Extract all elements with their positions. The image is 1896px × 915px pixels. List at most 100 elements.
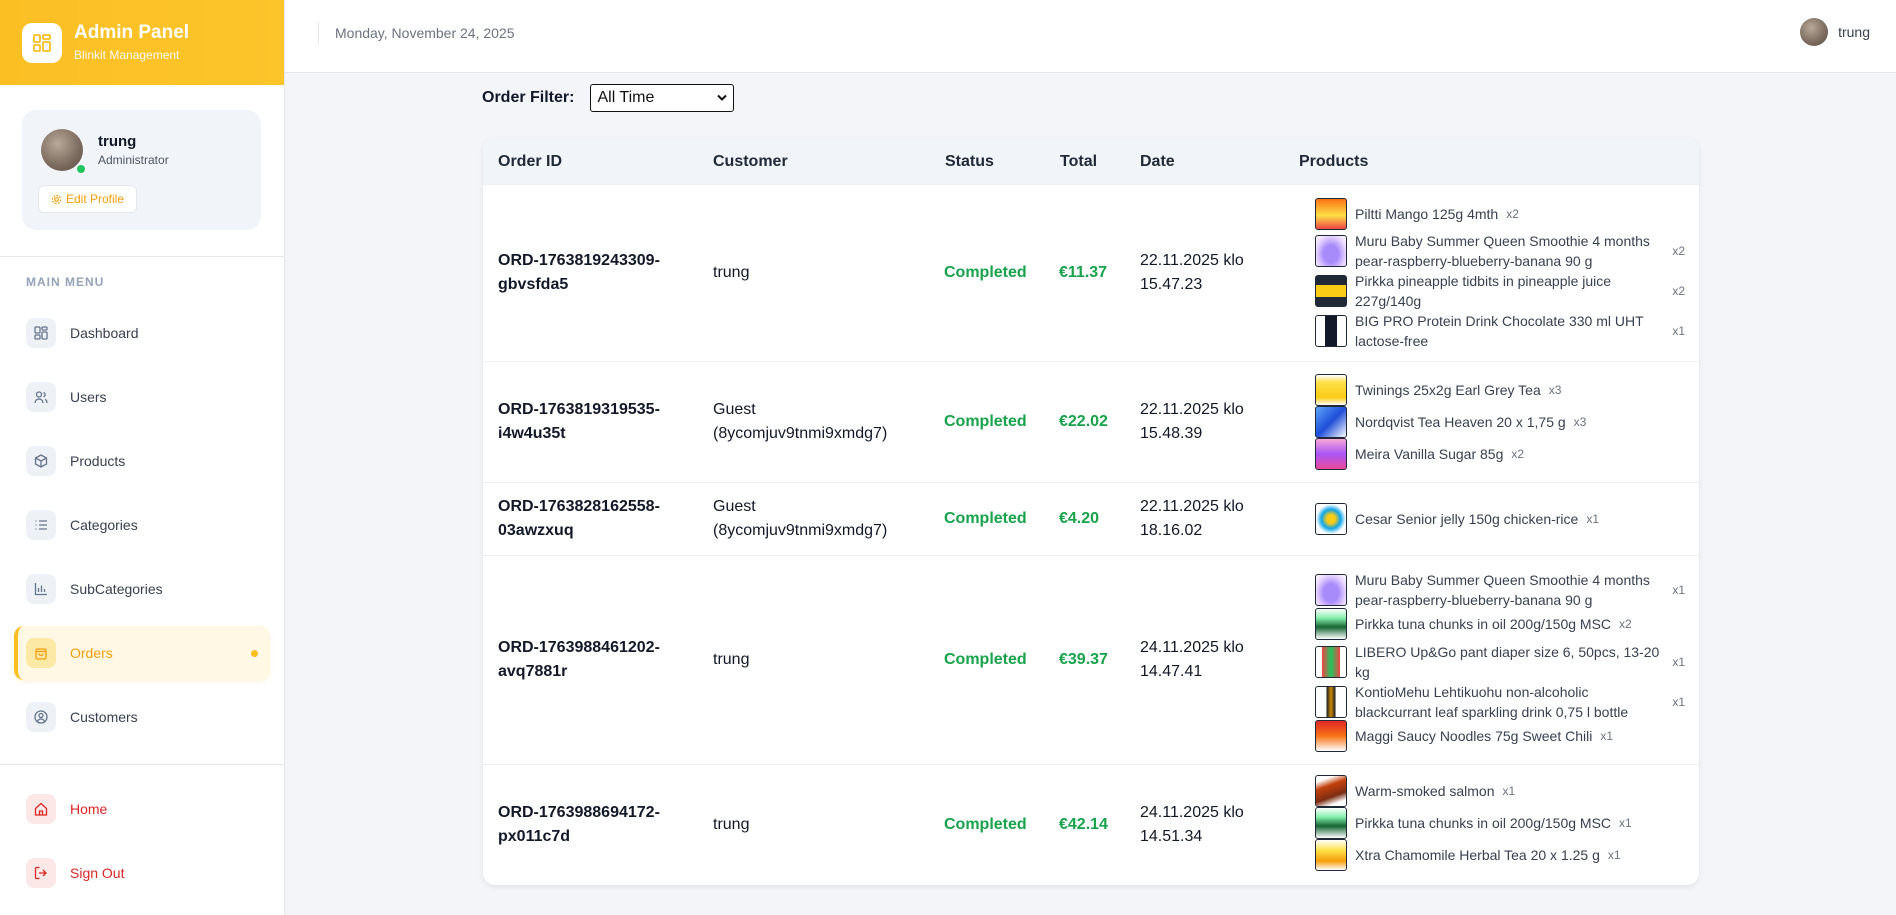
dashboard-grid-icon bbox=[22, 22, 62, 63]
product-qty: x2 bbox=[1672, 244, 1685, 258]
product-qty: x2 bbox=[1672, 284, 1685, 298]
product-item: Xtra Chamomile Herbal Tea 20 x 1.25 g x1 bbox=[1315, 839, 1685, 871]
column-header-status: Status bbox=[945, 153, 994, 170]
product-item: KontioMehu Lehtikuohu non-alcoholic blac… bbox=[1315, 682, 1685, 722]
active-indicator-dot bbox=[251, 649, 258, 657]
order-filter-value: All Time bbox=[597, 89, 655, 106]
order-total: €39.37 bbox=[1059, 651, 1108, 668]
product-thumbnail bbox=[1315, 275, 1347, 307]
online-status-dot bbox=[75, 163, 87, 175]
sidebar-item-dashboard[interactable]: Dashboard bbox=[14, 306, 270, 360]
edit-profile-button[interactable]: Edit Profile bbox=[38, 185, 138, 213]
product-qty: x1 bbox=[1586, 512, 1600, 526]
sidebar-divider bbox=[0, 256, 285, 257]
product-thumbnail bbox=[1315, 839, 1347, 871]
product-item: Cesar Senior jelly 150g chicken-rice x1 bbox=[1315, 503, 1685, 535]
current-date: Monday, November 24, 2025 bbox=[335, 25, 515, 41]
product-name: Pirkka tuna chunks in oil 200g/150g MSC bbox=[1355, 815, 1612, 831]
product-name: Pirkka pineapple tidbits in pineapple ju… bbox=[1355, 273, 1612, 309]
product-item: Piltti Mango 125g 4mth x2 bbox=[1315, 198, 1685, 230]
product-qty: x2 bbox=[1511, 447, 1525, 461]
profile-card: trung Administrator Edit Profile bbox=[22, 110, 261, 230]
product-thumbnail bbox=[1315, 235, 1347, 267]
sidebar-item-categories[interactable]: Categories bbox=[14, 498, 270, 552]
table-header: Order ID Customer Status Total Date Prod… bbox=[483, 138, 1699, 184]
brand-header: Admin Panel Blinkit Management bbox=[0, 0, 284, 85]
order-customer: trung bbox=[713, 264, 750, 281]
sidebar: Admin Panel Blinkit Management trung Adm… bbox=[0, 0, 285, 915]
bar-chart-icon bbox=[26, 574, 56, 604]
product-name: Muru Baby Summer Queen Smoothie 4 months… bbox=[1355, 572, 1650, 608]
order-total: €42.14 bbox=[1059, 816, 1108, 833]
sidebar-item-label: Products bbox=[70, 453, 126, 469]
product-name: Pirkka tuna chunks in oil 200g/150g MSC bbox=[1355, 616, 1612, 632]
column-header-total: Total bbox=[1060, 153, 1098, 170]
product-qty: x1 bbox=[1672, 695, 1685, 709]
order-date: 22.11.2025 klo 15.47.23 bbox=[1140, 252, 1244, 293]
product-thumbnail bbox=[1315, 720, 1347, 752]
table-row: ORD-1763828162558-03awzxuq Guest (8ycomj… bbox=[483, 482, 1699, 555]
product-item: Maggi Saucy Noodles 75g Sweet Chili x1 bbox=[1315, 720, 1685, 752]
grid-icon bbox=[26, 318, 56, 348]
product-qty: x1 bbox=[1502, 784, 1516, 798]
order-id: ORD-1763819243309-gbvsfda5 bbox=[498, 252, 660, 293]
order-id: ORD-1763819319535-i4w4u35t bbox=[498, 401, 660, 442]
product-qty: x3 bbox=[1548, 383, 1562, 397]
brand-subtitle: Blinkit Management bbox=[74, 48, 180, 62]
product-thumbnail bbox=[1315, 686, 1347, 718]
header-username: trung bbox=[1838, 24, 1870, 40]
product-item: LIBERO Up&Go pant diaper size 6, 50pcs, … bbox=[1315, 642, 1685, 682]
order-status: Completed bbox=[944, 816, 1027, 833]
product-name: Xtra Chamomile Herbal Tea 20 x 1.25 g bbox=[1355, 847, 1600, 863]
product-item: Warm-smoked salmon x1 bbox=[1315, 775, 1685, 807]
logout-icon bbox=[26, 858, 56, 888]
product-name: Nordqvist Tea Heaven 20 x 1,75 g bbox=[1355, 414, 1566, 430]
sidebar-item-products[interactable]: Products bbox=[14, 434, 270, 488]
product-qty: x1 bbox=[1672, 324, 1685, 338]
product-qty: x1 bbox=[1600, 729, 1614, 743]
table-row: ORD-1763819243309-gbvsfda5 trung Complet… bbox=[483, 184, 1699, 361]
product-name: Piltti Mango 125g 4mth bbox=[1355, 206, 1499, 222]
order-filter-label: Order Filter: bbox=[482, 89, 575, 106]
product-item: Twinings 25x2g Earl Grey Tea x3 bbox=[1315, 374, 1685, 406]
product-thumbnail bbox=[1315, 503, 1347, 535]
order-customer: trung bbox=[713, 816, 750, 833]
product-name: Twinings 25x2g Earl Grey Tea bbox=[1355, 382, 1541, 398]
product-thumbnail bbox=[1315, 438, 1347, 470]
product-qty: x1 bbox=[1607, 848, 1621, 862]
sidebar-item-sign-out[interactable]: Sign Out bbox=[14, 846, 270, 900]
order-customer: Guest (8ycomjuv9tnmi9xmdg7) bbox=[713, 401, 888, 442]
product-item: Nordqvist Tea Heaven 20 x 1,75 g x3 bbox=[1315, 406, 1685, 438]
sidebar-item-home[interactable]: Home bbox=[14, 782, 270, 836]
user-menu[interactable]: trung bbox=[1800, 18, 1870, 46]
product-name: KontioMehu Lehtikuohu non-alcoholic blac… bbox=[1355, 684, 1629, 720]
product-thumbnail bbox=[1315, 198, 1347, 230]
product-qty: x1 bbox=[1672, 655, 1685, 669]
sidebar-item-label: Home bbox=[70, 801, 108, 817]
brand-title: Admin Panel bbox=[74, 22, 190, 43]
order-filter-select[interactable]: All Time bbox=[590, 84, 735, 112]
sidebar-item-orders[interactable]: Orders bbox=[14, 626, 270, 680]
profile-role: Administrator bbox=[98, 153, 169, 167]
menu-heading: MAIN MENU bbox=[26, 275, 105, 289]
house-icon bbox=[26, 794, 56, 824]
column-header-order-id: Order ID bbox=[498, 153, 563, 170]
order-date: 24.11.2025 klo 14.47.41 bbox=[1140, 639, 1244, 680]
order-total: €22.02 bbox=[1059, 413, 1108, 430]
product-item: Muru Baby Summer Queen Smoothie 4 months… bbox=[1315, 570, 1685, 610]
sidebar-item-label: Users bbox=[70, 389, 107, 405]
table-row: ORD-1763988461202-avq7881r trung Complet… bbox=[483, 555, 1699, 764]
product-name: Cesar Senior jelly 150g chicken-rice bbox=[1355, 511, 1579, 527]
order-id: ORD-1763988694172-px011c7d bbox=[498, 804, 660, 845]
column-header-customer: Customer bbox=[713, 153, 788, 170]
sidebar-item-customers[interactable]: Customers bbox=[14, 690, 270, 744]
product-item: Pirkka tuna chunks in oil 200g/150g MSC … bbox=[1315, 608, 1685, 640]
product-name: LIBERO Up&Go pant diaper size 6, 50pcs, … bbox=[1355, 644, 1660, 680]
product-item: Pirkka tuna chunks in oil 200g/150g MSC … bbox=[1315, 807, 1685, 839]
column-header-date: Date bbox=[1140, 153, 1175, 170]
sidebar-item-users[interactable]: Users bbox=[14, 370, 270, 424]
order-customer: trung bbox=[713, 651, 750, 668]
box-icon bbox=[26, 446, 56, 476]
sidebar-item-subcategories[interactable]: SubCategories bbox=[14, 562, 270, 616]
order-total: €4.20 bbox=[1059, 510, 1100, 527]
